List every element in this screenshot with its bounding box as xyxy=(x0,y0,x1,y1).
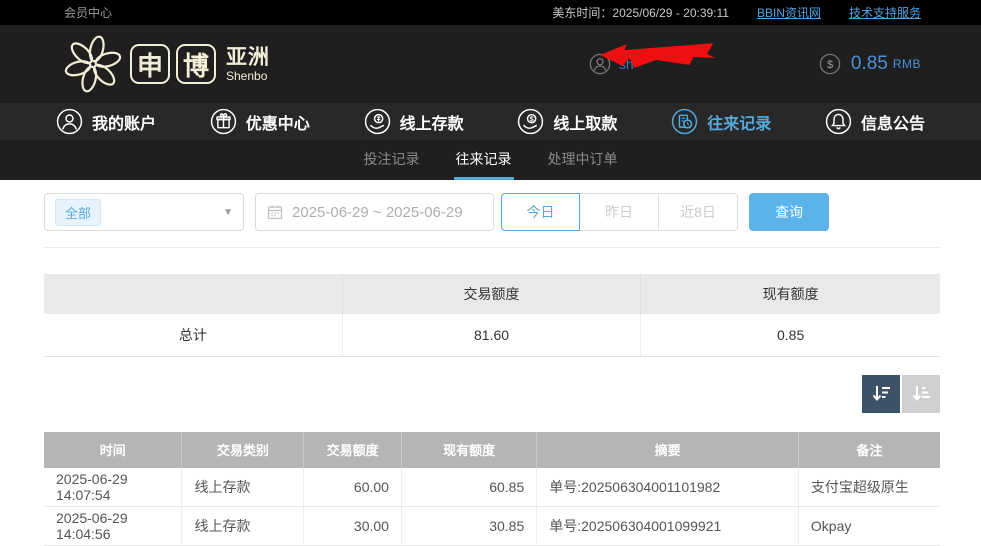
red-annotation-arrow xyxy=(599,43,715,68)
cell-type: 线上存款 xyxy=(181,467,305,507)
nav-my-account[interactable]: 我的账户 xyxy=(56,108,156,135)
nav-transaction-records[interactable]: 往来记录 xyxy=(671,108,771,135)
withdraw-icon: $ xyxy=(518,108,544,135)
cell-summary: 单号:202506304001099921 xyxy=(536,506,799,546)
sort-desc-icon xyxy=(872,385,890,401)
sort-controls xyxy=(44,374,940,413)
col-header-amount: 交易额度 xyxy=(303,431,402,468)
nav-online-withdrawal[interactable]: $ 线上取款 xyxy=(517,108,617,135)
deposit-icon xyxy=(364,108,390,135)
bbin-news-link[interactable]: BBIN资讯网 xyxy=(757,4,821,21)
server-time: 美东时间：2025/06/29 - 20:39:11 xyxy=(552,6,729,20)
date-range-value: 2025-06-29 ~ 2025-06-29 xyxy=(292,203,463,221)
summary-total-row: 总计 81.60 0.85 xyxy=(44,314,940,357)
bell-icon xyxy=(825,108,852,135)
nav-announcements[interactable]: 信息公告 xyxy=(825,108,925,135)
sort-ascending-button[interactable] xyxy=(902,374,940,413)
summary-header-empty xyxy=(44,274,343,314)
record-subnav: 投注记录 往来记录 处理中订单 xyxy=(0,140,981,180)
nav-online-deposit[interactable]: 线上存款 xyxy=(364,108,464,135)
cell-time: 2025-06-29 14:04:56 xyxy=(44,506,183,546)
cell-note: 支付宝超级原生 xyxy=(798,467,940,507)
chevron-down-icon: ▼ xyxy=(223,206,233,218)
balance-currency: RMB xyxy=(892,57,921,71)
balance-amount: 0.85 xyxy=(850,53,888,74)
summary-table: 交易额度 现有额度 总计 81.60 0.85 xyxy=(44,274,940,357)
account-icon xyxy=(56,108,83,135)
sort-asc-icon xyxy=(912,385,930,401)
nav-promotions[interactable]: 优惠中心 xyxy=(210,108,310,135)
tech-support-link[interactable]: 技术支持服务 xyxy=(849,4,921,21)
date-range-input[interactable]: 2025-06-29 ~ 2025-06-29 xyxy=(255,193,494,231)
user-account-area[interactable]: sh xyxy=(589,43,809,75)
col-header-time: 时间 xyxy=(44,431,183,468)
cell-amount: 30.00 xyxy=(303,506,402,546)
summary-header-trade: 交易额度 xyxy=(342,274,642,314)
tab-betting-records[interactable]: 投注记录 xyxy=(362,140,422,180)
cell-type: 线上存款 xyxy=(181,506,305,546)
today-button[interactable]: 今日 xyxy=(501,193,580,231)
cell-summary: 单号:202506304001101982 xyxy=(536,467,799,507)
site-header: 申 博 亚洲 Shenbo sh $ 0.85 RMB xyxy=(0,25,981,103)
type-select-value: 全部 xyxy=(55,198,102,226)
logo-char-shen: 申 xyxy=(130,44,170,84)
records-icon xyxy=(672,108,698,135)
member-center-label: 会员中心 xyxy=(64,6,113,20)
top-utility-bar: 会员中心 美东时间：2025/06/29 - 20:39:11 BBIN资讯网 … xyxy=(0,0,981,25)
type-select[interactable]: 全部 ▼ xyxy=(44,193,244,231)
cell-balance: 30.85 xyxy=(401,506,538,546)
tab-transaction-records[interactable]: 往来记录 xyxy=(453,140,514,180)
tab-pending-orders[interactable]: 处理中订单 xyxy=(546,140,620,180)
shenbo-logo[interactable]: 申 博 亚洲 Shenbo xyxy=(64,35,270,93)
dollar-coin-icon: $ xyxy=(819,53,841,75)
summary-header-row: 交易额度 现有额度 xyxy=(44,274,940,314)
cell-balance: 60.85 xyxy=(401,467,538,507)
table-row: 2025-06-29 14:04:56 线上存款 30.00 30.85 单号:… xyxy=(44,506,940,546)
svg-text:$: $ xyxy=(827,59,833,71)
summary-header-current: 现有额度 xyxy=(640,274,940,314)
records-table: 时间 交易类别 交易额度 现有额度 摘要 备注 2025-06-29 14:07… xyxy=(44,431,940,546)
content-area: 全部 ▼ 2025-06-29 ~ 2025-06-29 今日 昨日 近8日 查… xyxy=(0,180,981,546)
filter-row: 全部 ▼ 2025-06-29 ~ 2025-06-29 今日 昨日 近8日 查… xyxy=(44,193,940,231)
logo-region-text: 亚洲 xyxy=(226,45,270,69)
col-header-type: 交易类别 xyxy=(181,431,305,468)
col-header-summary: 摘要 xyxy=(536,431,799,468)
yesterday-button[interactable]: 昨日 xyxy=(580,193,659,231)
quick-date-buttons: 今日 昨日 近8日 xyxy=(501,193,738,231)
cell-time: 2025-06-29 14:07:54 xyxy=(44,467,183,507)
records-header-row: 时间 交易类别 交易额度 现有额度 摘要 备注 xyxy=(44,431,940,468)
last-8-days-button[interactable]: 近8日 xyxy=(659,193,738,231)
summary-trade-amount: 81.60 xyxy=(342,314,642,357)
cell-note: Okpay xyxy=(798,506,940,546)
wallet-balance[interactable]: $ 0.85 RMB xyxy=(819,53,921,75)
col-header-note: 备注 xyxy=(798,431,940,468)
search-button[interactable]: 查询 xyxy=(749,193,829,231)
cell-amount: 60.00 xyxy=(303,467,402,507)
svg-text:$: $ xyxy=(530,114,534,123)
col-header-balance: 现有额度 xyxy=(401,431,538,468)
calendar-icon xyxy=(267,205,283,220)
main-nav: 我的账户 优惠中心 线上存款 $ 线上取款 往来记录 信息公告 xyxy=(0,103,981,140)
summary-current-amount: 0.85 xyxy=(640,314,940,357)
flower-logo-icon xyxy=(64,35,122,93)
summary-total-label: 总计 xyxy=(44,314,343,357)
table-row: 2025-06-29 14:07:54 线上存款 60.00 60.85 单号:… xyxy=(44,467,940,507)
sort-descending-button[interactable] xyxy=(862,374,900,413)
gift-icon xyxy=(210,108,236,135)
logo-char-bo: 博 xyxy=(176,44,216,84)
filter-divider xyxy=(44,247,940,248)
logo-subtitle: Shenbo xyxy=(226,68,268,83)
